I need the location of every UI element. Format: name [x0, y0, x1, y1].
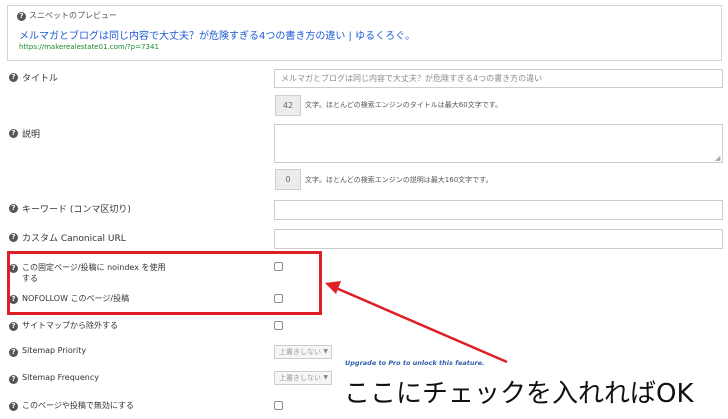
sitemap-priority-value: 上書きしない [279, 348, 321, 356]
title-label: タイトル [22, 74, 59, 84]
description-count-note: 文字。ほとんどの検索エンジンの説明は最大160文字です。 [305, 176, 493, 184]
keywords-label: キーワード (コンマ区切り) [22, 205, 131, 215]
chevron-down-icon: ▼ [323, 374, 328, 381]
sitemap-exclude-checkbox[interactable] [274, 321, 283, 330]
sitemap-frequency-select[interactable]: 上書きしない ▼ [274, 371, 332, 385]
sitemap-priority-label: Sitemap Priority [22, 346, 87, 355]
canonical-url-label: カスタム Canonical URL [22, 234, 126, 244]
sitemap-frequency-label: Sitemap Frequency [22, 373, 100, 382]
chevron-down-icon: ▼ [323, 348, 328, 355]
title-count-note: 文字。ほとんどの検索エンジンのタイトルは最大60文字です。 [305, 101, 502, 109]
sitemap-exclude-label: サイトマップから除外する [22, 321, 118, 330]
keywords-input[interactable] [274, 200, 723, 220]
snippet-preview-title: メルマガとブログは同じ内容で大丈夫？が危険すぎる4つの書き方の違い | ゆるくろ… [19, 31, 416, 42]
title-input[interactable]: メルマガとブログは同じ内容で大丈夫？が危険すぎる4つの書き方の違い [274, 69, 723, 88]
canonical-url-input[interactable] [274, 229, 723, 249]
description-label: 説明 [22, 130, 41, 140]
highlight-box [7, 251, 322, 315]
sitemap-frequency-value: 上書きしない [279, 374, 321, 382]
help-icon[interactable]: ? [9, 322, 18, 331]
snippet-preview-label: スニペットのプレビュー [29, 11, 117, 20]
help-icon[interactable]: ? [9, 129, 18, 138]
description-textarea[interactable] [274, 124, 723, 163]
help-icon[interactable]: ? [17, 12, 26, 21]
help-icon[interactable]: ? [9, 402, 18, 411]
sitemap-priority-select[interactable]: 上書きしない ▼ [274, 345, 332, 359]
description-char-count: 0 [275, 169, 301, 190]
help-icon[interactable]: ? [9, 375, 18, 384]
snippet-preview-url: https://makerealestate01.com/?p=7341 [19, 43, 159, 51]
title-char-count: 42 [275, 95, 301, 116]
help-icon[interactable]: ? [9, 73, 18, 82]
help-icon[interactable]: ? [9, 204, 18, 213]
textarea-resize-handle[interactable]: ◢ [715, 155, 720, 162]
help-icon[interactable]: ? [9, 233, 18, 242]
disable-label: このページや投稿で無効にする [22, 401, 134, 410]
upgrade-note[interactable]: Upgrade to Pro to unlock this feature. [345, 359, 485, 367]
help-icon[interactable]: ? [9, 348, 18, 357]
annotation-text: ここにチェックを入れればOK [344, 379, 694, 409]
disable-checkbox[interactable] [274, 401, 283, 410]
